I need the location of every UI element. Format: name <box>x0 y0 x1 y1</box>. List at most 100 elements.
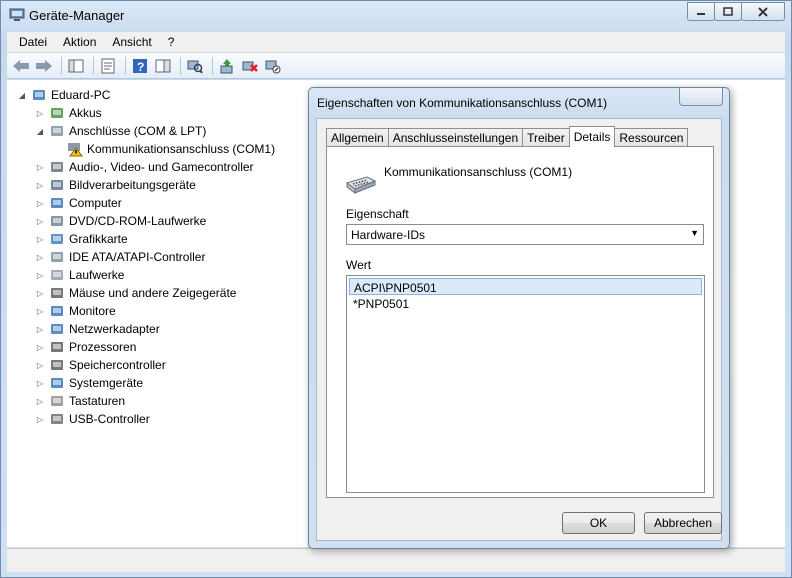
tree-item[interactable]: ▷ DVD/CD-ROM-Laufwerke <box>35 212 206 230</box>
tab-details[interactable]: Details <box>568 126 616 147</box>
properties-button[interactable] <box>98 56 118 76</box>
tree-item[interactable]: ▷ Prozessoren <box>35 338 136 356</box>
expand-arrow-icon[interactable]: ▷ <box>35 181 45 190</box>
collapse-arrow-icon[interactable]: ◢ <box>35 127 45 136</box>
help-button[interactable]: ? <box>130 56 150 76</box>
expand-arrow-icon[interactable]: ▷ <box>35 397 45 406</box>
expand-arrow-icon[interactable]: ▷ <box>35 325 45 334</box>
tree-item-label: Anschlüsse (COM & LPT) <box>69 124 207 138</box>
cancel-button[interactable]: Abbrechen <box>644 512 722 534</box>
device-name: Kommunikationsanschluss (COM1) <box>384 165 573 179</box>
properties-dialog: Eigenschaften von Kommunikationsanschlus… <box>308 87 730 549</box>
tree-item[interactable]: ▷ Laufwerke <box>35 266 124 284</box>
dvd-icon <box>51 216 63 226</box>
expand-arrow-icon[interactable]: ▷ <box>35 163 45 172</box>
menu-aktion[interactable]: Aktion <box>55 35 104 49</box>
close-button[interactable] <box>741 2 785 21</box>
show-hide-tree-button[interactable] <box>66 56 86 76</box>
expand-arrow-icon[interactable]: ▷ <box>35 199 45 208</box>
tree-item-label: USB-Controller <box>69 412 150 426</box>
scan-hardware-button[interactable] <box>185 56 205 76</box>
tree-item-label: Systemgeräte <box>69 376 144 390</box>
expand-arrow-icon[interactable]: ▷ <box>35 235 45 244</box>
scan-hardware-icon <box>187 60 203 74</box>
value-label: Wert <box>346 258 372 272</box>
back-button[interactable] <box>11 56 31 76</box>
expand-arrow-icon[interactable]: ▷ <box>35 361 45 370</box>
usb-icon <box>51 414 63 424</box>
ide-controller-icon <box>51 252 63 262</box>
action-pane-icon <box>155 59 171 72</box>
menu-help[interactable]: ? <box>160 35 183 49</box>
title-bar[interactable]: Geräte-Manager <box>1 1 791 31</box>
tree-item[interactable]: ▷ Akkus <box>35 104 102 122</box>
tab-ressourcen[interactable]: Ressourcen <box>614 128 689 147</box>
dialog-close-button[interactable] <box>679 88 723 106</box>
tree-item[interactable]: ▷ IDE ATA/ATAPI-Controller <box>35 248 206 266</box>
tree-item[interactable]: ▷ Bildverarbeitungsgeräte <box>35 176 196 194</box>
uninstall-button[interactable] <box>240 56 260 76</box>
tree-item-label: Eduard-PC <box>51 88 111 102</box>
value-item[interactable]: *PNP0501 <box>349 295 702 312</box>
tree-root-eduard-pc[interactable]: ◢ Eduard-PC <box>17 86 110 104</box>
system-devices-icon <box>51 378 63 388</box>
tree-item[interactable]: ▷ Speichercontroller <box>35 356 166 374</box>
value-item-selected[interactable]: ACPI\PNP0501 <box>349 278 702 295</box>
tree-item[interactable]: ▷ Audio-, Video- und Gamecontroller <box>35 158 254 176</box>
menu-ansicht[interactable]: Ansicht <box>104 35 159 49</box>
maximize-button[interactable] <box>714 2 742 21</box>
menu-datei[interactable]: Datei <box>11 35 55 49</box>
close-icon <box>758 6 768 17</box>
expand-arrow-icon[interactable]: ▷ <box>35 379 45 388</box>
tree-item[interactable]: ▷ Mäuse und andere Zeigegeräte <box>35 284 237 302</box>
property-select[interactable]: Hardware-IDs ▼ <box>346 224 704 245</box>
tree-item[interactable]: ▷ USB-Controller <box>35 410 150 428</box>
serial-port-icon <box>345 176 377 194</box>
keyboard-icon <box>51 396 63 406</box>
back-arrow-icon <box>13 59 29 72</box>
tab-treiber[interactable]: Treiber <box>522 128 570 147</box>
expand-arrow-icon[interactable]: ▷ <box>35 271 45 280</box>
uninstall-icon <box>242 61 258 72</box>
disable-device-button[interactable] <box>263 56 283 76</box>
tree-item[interactable]: ▷ Systemgeräte <box>35 374 143 392</box>
tree-item[interactable]: Kommunikationsanschluss (COM1) <box>53 140 275 158</box>
expand-arrow-icon[interactable]: ▷ <box>35 217 45 226</box>
tree-item[interactable]: ▷ Computer <box>35 194 122 212</box>
expand-arrow-icon[interactable]: ▷ <box>35 415 45 424</box>
camera-icon <box>51 180 63 190</box>
minimize-button[interactable] <box>687 2 715 21</box>
tab-allgemein[interactable]: Allgemein <box>326 128 389 147</box>
ok-button[interactable]: OK <box>562 512 635 534</box>
tree-item[interactable]: ▷ Monitore <box>35 302 116 320</box>
expand-arrow-icon[interactable]: ▷ <box>35 307 45 316</box>
tree-item-label: Monitore <box>69 304 116 318</box>
network-adapter-icon <box>51 324 63 334</box>
tab-anschlusseinstellungen[interactable]: Anschlusseinstellungen <box>387 128 524 147</box>
tree-item[interactable]: ▷ Grafikkarte <box>35 230 128 248</box>
update-driver-button[interactable] <box>217 56 237 76</box>
tree-item[interactable]: ▷ Netzwerkadapter <box>35 320 160 338</box>
processor-icon <box>51 342 63 352</box>
tree-item[interactable]: ◢ Anschlüsse (COM & LPT) <box>35 122 206 140</box>
tab-strip: Allgemein Anschlusseinstellungen Treiber… <box>326 126 689 147</box>
toolbar-separator <box>125 56 126 75</box>
action-pane-button[interactable] <box>153 56 173 76</box>
property-select-value: Hardware-IDs <box>351 228 426 242</box>
expand-arrow-icon[interactable]: ▷ <box>35 109 45 118</box>
drive-icon <box>51 270 63 280</box>
expand-arrow-icon[interactable]: ▷ <box>35 289 45 298</box>
expand-arrow-icon[interactable]: ▷ <box>35 343 45 352</box>
tree-item-label: Computer <box>69 196 122 210</box>
collapse-arrow-icon[interactable]: ◢ <box>17 91 27 100</box>
tree-item[interactable]: ▷ Tastaturen <box>35 392 125 410</box>
expand-arrow-icon[interactable]: ▷ <box>35 253 45 262</box>
svg-text:?: ? <box>137 60 144 74</box>
properties-icon <box>101 58 115 73</box>
value-list[interactable]: ACPI\PNP0501 *PNP0501 <box>346 275 705 493</box>
toolbar-separator <box>61 56 62 75</box>
forward-button[interactable] <box>34 56 54 76</box>
dialog-body: Allgemein Anschlusseinstellungen Treiber… <box>316 118 722 541</box>
tree-item-label: Kommunikationsanschluss (COM1) <box>87 142 276 156</box>
window-title: Geräte-Manager <box>29 8 125 23</box>
